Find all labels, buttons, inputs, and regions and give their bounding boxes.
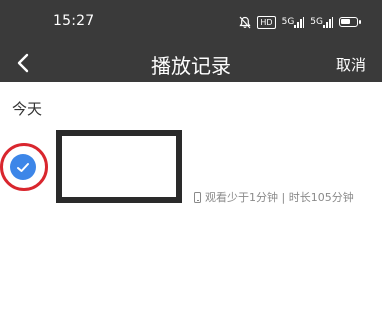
watch-info: 观看少于1分钟 | 时长105分钟 xyxy=(205,191,354,204)
signal-icon: 5G xyxy=(310,16,333,28)
status-bar: 15:27 HD 5G 5G xyxy=(0,0,382,44)
video-thumbnail[interactable] xyxy=(56,130,182,203)
page-title: 播放记录 xyxy=(151,54,231,78)
status-icons: HD 5G 5G xyxy=(239,13,361,31)
cancel-button[interactable]: 取消 xyxy=(336,54,366,75)
select-checkbox[interactable] xyxy=(10,154,36,180)
section-label-today: 今天 xyxy=(12,100,43,118)
mute-bell-icon xyxy=(239,16,251,29)
phone-icon xyxy=(194,191,201,203)
header-bar: 播放记录 取消 xyxy=(0,44,382,82)
checkmark-icon xyxy=(17,162,29,172)
history-item-meta: 观看少于1分钟 | 时长105分钟 xyxy=(194,189,354,205)
battery-icon xyxy=(339,17,361,27)
signal-icon: 5G xyxy=(281,16,305,28)
status-time: 15:27 xyxy=(53,13,95,29)
signal-label: 5G xyxy=(281,17,295,27)
signal-label: 5G xyxy=(310,17,323,27)
hd-icon: HD xyxy=(257,15,276,29)
